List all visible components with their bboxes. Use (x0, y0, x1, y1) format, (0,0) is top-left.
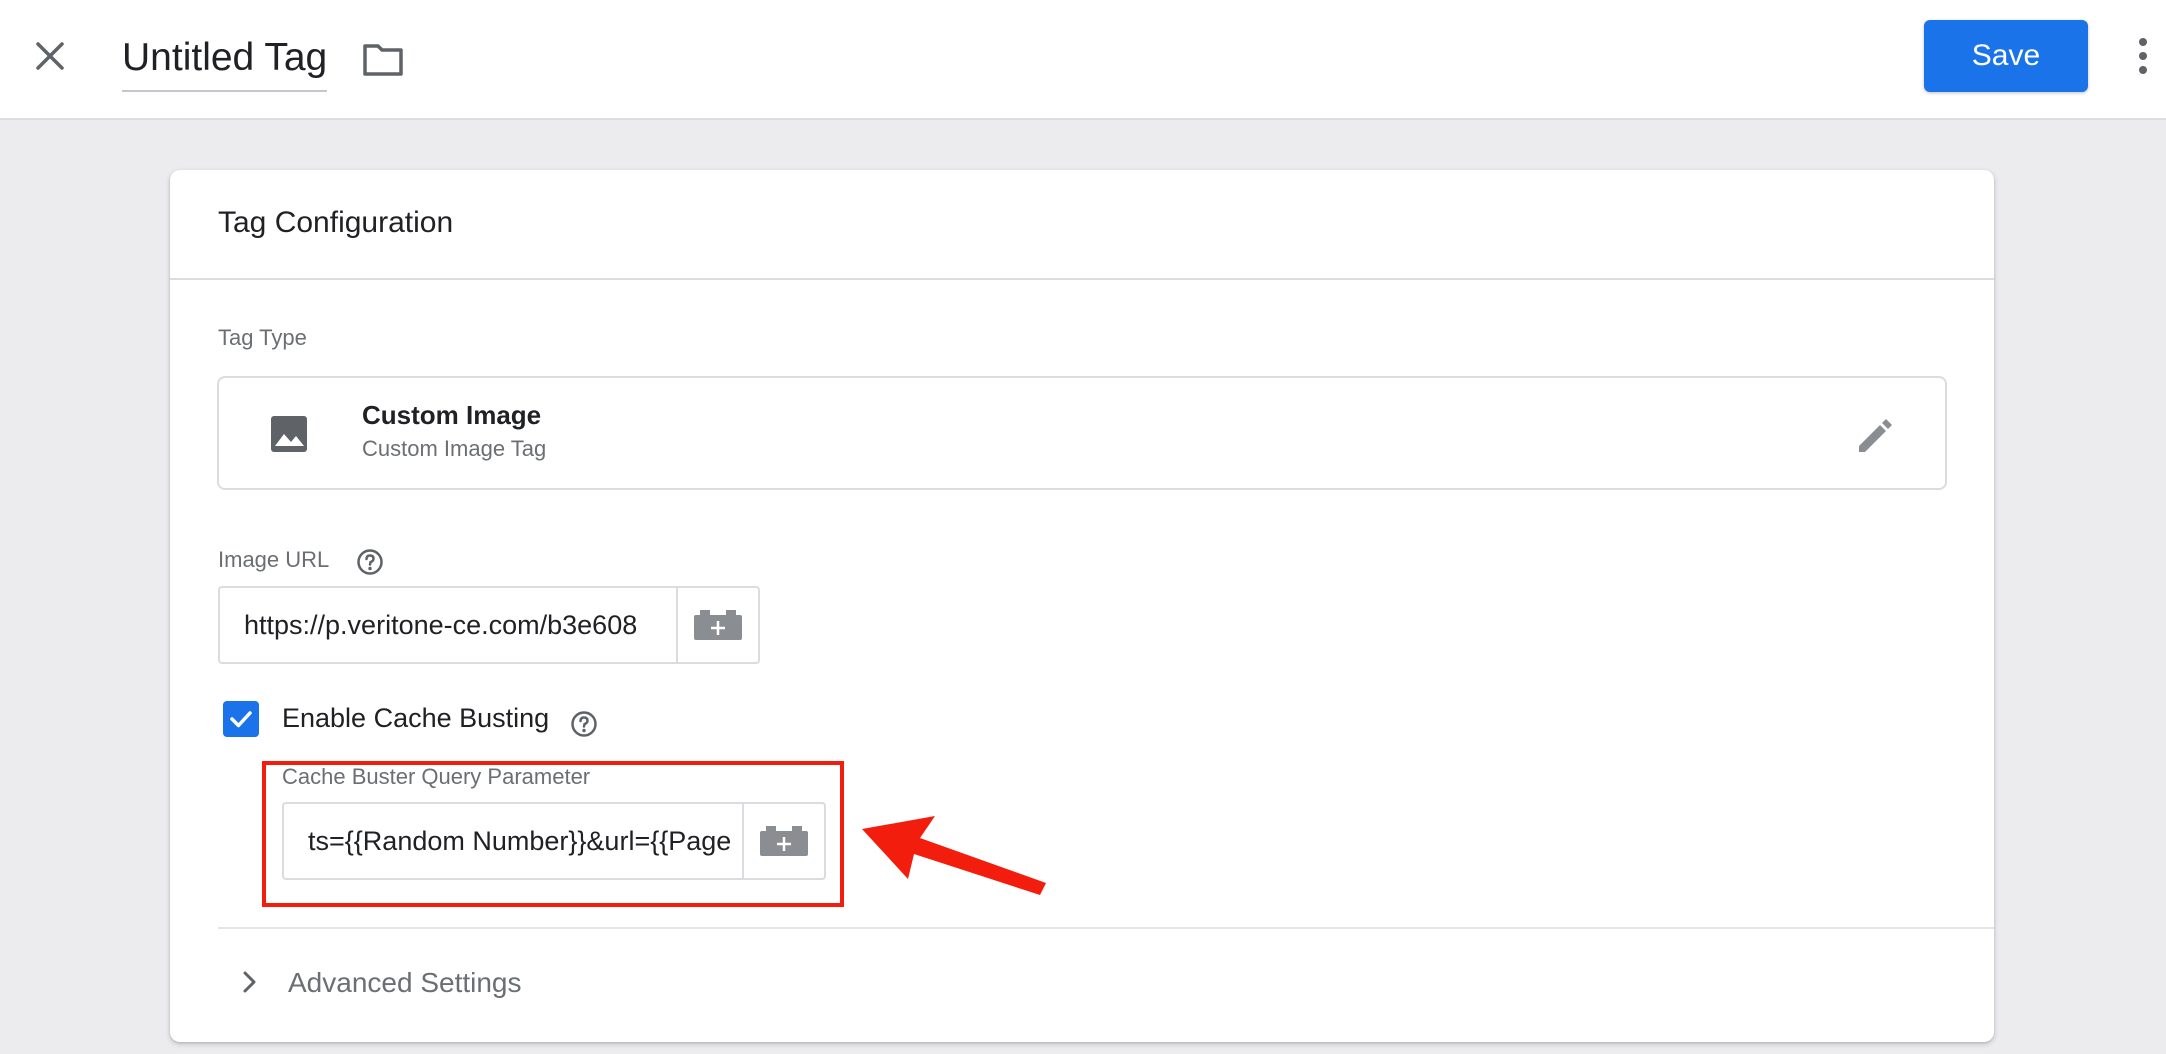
tag-type-subtitle: Custom Image Tag (362, 436, 547, 461)
image-icon (271, 416, 307, 452)
tag-type-selector[interactable]: Custom Image Custom Image Tag (217, 376, 1947, 490)
more-options-button[interactable] (2126, 30, 2160, 82)
close-button[interactable] (24, 30, 76, 82)
cache-buster-label: Cache Buster Query Parameter (282, 764, 591, 789)
card-header: Tag Configuration (170, 170, 1994, 280)
chevron-right-icon (243, 971, 256, 993)
tag-type-name: Custom Image (362, 400, 542, 430)
folder-button[interactable] (358, 34, 408, 84)
card-title: Tag Configuration (218, 206, 454, 239)
close-icon (36, 42, 64, 70)
insert-variable-button[interactable] (676, 588, 758, 662)
more-vertical-icon (2139, 38, 2147, 74)
folder-icon (363, 44, 403, 76)
top-bar: Untitled Tag Save (0, 0, 2166, 120)
tag-type-label: Tag Type (218, 325, 307, 350)
variable-brick-icon (760, 826, 809, 856)
cache-busting-label[interactable]: Enable Cache Busting (282, 703, 549, 734)
insert-variable-button[interactable] (742, 804, 824, 878)
advanced-settings-toggle[interactable]: Advanced Settings (218, 929, 1994, 1042)
tag-title[interactable]: Untitled Tag (122, 30, 327, 86)
red-arrow-annotation (862, 816, 1046, 895)
cache-buster-field (282, 802, 826, 880)
checkmark-icon (230, 711, 252, 728)
image-url-input[interactable] (220, 588, 677, 662)
advanced-settings-label: Advanced Settings (288, 967, 522, 998)
pencil-icon[interactable] (1853, 414, 1897, 458)
save-button[interactable]: Save (1924, 20, 2088, 92)
tag-configuration-card: Tag Configuration Tag Type Custom Image … (170, 170, 1994, 1042)
help-icon[interactable] (356, 548, 384, 576)
cache-busting-checkbox[interactable] (223, 701, 259, 737)
tag-title-field[interactable]: Untitled Tag (122, 30, 328, 92)
cache-buster-input[interactable] (284, 804, 743, 878)
image-url-label: Image URL (218, 547, 330, 572)
variable-brick-icon (694, 610, 743, 640)
image-url-field (218, 586, 760, 664)
help-icon[interactable] (570, 710, 598, 738)
